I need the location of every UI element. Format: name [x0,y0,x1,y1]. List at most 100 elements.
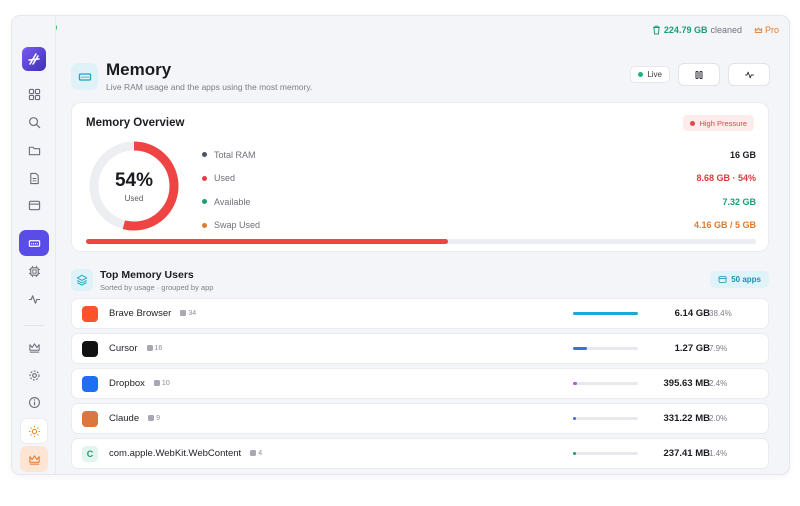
theme-toggle-button[interactable] [20,418,48,444]
stat-dot-icon [202,199,207,205]
memory-size: 395.63 MB [663,378,710,389]
app-name: Dropbox [109,378,145,389]
memory-chip-icon [28,239,40,247]
app-logo-icon [22,47,46,71]
process-icon [180,310,187,316]
cursor-icon [82,340,98,357]
app-row[interactable]: Dropbox 10 395.63 MB 2.4% [71,368,769,399]
info-icon [28,396,40,408]
live-dot-icon [638,72,644,77]
top-users-list: Brave Browser 34 6.14 GB 38.4% Cursor 16 1.27 … [71,298,769,473]
layers-icon [71,269,93,291]
usage-track [573,312,638,315]
app-name-cell: Cursor 16 [109,343,162,354]
cleaned-status: 224.79 GB cleaned [652,25,742,35]
sidebar-item-search[interactable] [20,109,48,135]
crown-icon [28,342,40,353]
app-row[interactable]: Claude 9 331.22 MB 2.0% [71,403,769,434]
app-name-cell: Brave Browser 34 [109,308,196,319]
pressure-dot-icon [690,120,696,126]
process-count-value: 16 [154,344,163,352]
stat-value: 4.16 GB / 5 GB [693,220,756,231]
trash-icon [652,25,660,35]
app-name: Brave Browser [109,308,172,319]
pro-link[interactable]: Pro [754,25,779,35]
app-name: Cursor [109,343,138,354]
usage-fill [573,382,577,385]
sidebar-divider [24,325,44,326]
overview-title: Memory Overview [86,117,185,129]
pause-icon [695,70,703,79]
sidebar-item-settings[interactable] [20,362,48,388]
memory-size: 331.22 MB [663,413,710,424]
app-name: com.apple.WebKit.WebContent [109,448,242,459]
process-count-value: 4 [258,449,263,457]
sidebar-item-cpu[interactable] [20,258,48,284]
sidebar-item-memory[interactable] [19,230,49,256]
process-icon [146,345,153,351]
pro-label: Pro [764,25,779,35]
used-percent: 54% [114,169,154,191]
search-icon [28,116,40,128]
webkit-icon: C [82,445,98,462]
stat-label: Swap Used [214,220,261,231]
stat-row: Available 7.32 GB [202,190,756,214]
sidebar-item-premium[interactable] [20,334,48,360]
sidebar-item-activity[interactable] [20,286,48,312]
usage-bar-fill [86,239,448,244]
stat-row: Used 8.68 GB · 54% [202,167,756,191]
app-row[interactable]: Brave Browser 34 6.14 GB 38.4% [71,298,769,329]
page-header: Memory Live RAM usage and the apps using… [71,61,312,92]
app-name-cell: com.apple.WebKit.WebContent 4 [109,448,262,459]
cleaned-value: 224.79 GB [663,25,708,35]
app-name-cell: Dropbox 10 [109,378,170,389]
window-icon [28,200,40,210]
activity-icon [744,71,754,78]
dropbox-icon [82,375,98,392]
stat-row: Swap Used 4.16 GB / 5 GB [202,214,756,238]
stat-label: Used [214,173,236,184]
stat-row: Total RAM 16 GB [202,143,756,167]
top-users-title: Top Memory Users [100,269,194,281]
app-row[interactable]: Cursor 16 1.27 GB 7.9% [71,333,769,364]
sidebar-item-files[interactable] [20,137,48,163]
memory-percent: 2.4% [709,379,728,388]
pause-button[interactable] [678,63,720,86]
sun-icon [28,425,40,437]
document-icon [29,172,39,184]
app-row[interactable]: Ccom.apple.WebKit.WebContent 4 237.41 MB 1.… [71,438,769,469]
process-icon [250,450,257,456]
process-count-value: 9 [156,414,161,422]
memory-chip-icon [71,63,98,90]
pressure-badge: High Pressure [683,115,754,131]
process-count: 34 [180,310,196,317]
upgrade-pro-button[interactable] [20,446,48,472]
activity-icon [28,294,40,304]
memory-size: 6.14 GB [674,308,710,319]
sidebar-item-browser[interactable] [20,192,48,218]
sidebar-item-dashboard[interactable] [20,81,48,107]
stat-value: 8.68 GB · 54% [696,173,756,184]
crown-icon [754,27,763,33]
usage-track [573,417,638,420]
stat-label: Available [214,196,251,207]
memory-size: 1.27 GB [674,343,710,354]
usage-fill [573,312,638,315]
memory-percent: 1.4% [709,449,728,458]
live-indicator: Live [630,66,670,83]
stat-dot-icon [202,175,207,181]
sidebar-item-documents[interactable] [20,165,48,191]
stat-dot-icon [202,222,207,228]
memory-percent: 38.4% [709,309,732,318]
page-title: Memory [106,60,172,79]
process-count: 4 [250,450,262,457]
apps-count-badge[interactable]: 50 apps [710,271,769,288]
memory-percent: 7.9% [709,344,728,353]
usage-fill [573,452,576,455]
memory-size: 237.41 MB [663,448,710,459]
page-subtitle: Live RAM usage and the apps using the mo… [106,82,313,92]
activity-button[interactable] [728,63,770,86]
pressure-label: High Pressure [699,118,747,128]
sidebar-item-about[interactable] [20,389,48,415]
process-icon [153,380,160,386]
